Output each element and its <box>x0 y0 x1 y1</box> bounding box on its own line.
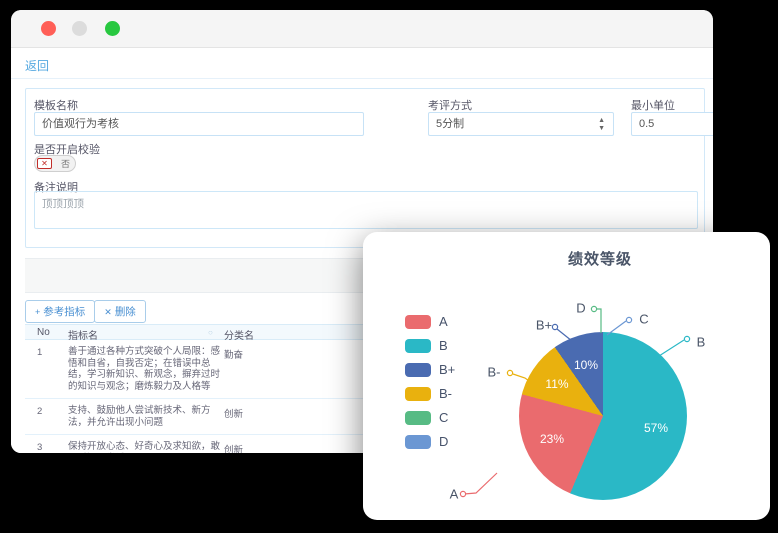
remark-textarea[interactable]: 顶顶顶顶 <box>34 191 698 229</box>
window-titlebar <box>11 10 713 48</box>
performance-chart-card: 绩效等级 A B B+ B- C D 57% 23% <box>363 232 770 520</box>
pie-label-c: C <box>639 312 648 327</box>
add-indicator-button[interactable]: +参考指标 <box>25 300 95 323</box>
pie-label-b-plus: B+ <box>536 318 552 333</box>
close-window-button[interactable] <box>41 21 56 36</box>
cell-no: 3 <box>37 442 42 453</box>
cell-category: 勤奋 <box>224 347 243 361</box>
min-unit-label: 最小单位 <box>631 97 675 113</box>
template-name-label: 模板名称 <box>34 97 78 113</box>
legend-label: B <box>439 339 448 353</box>
method-selected-value: 5分制 <box>436 118 464 130</box>
method-label: 考评方式 <box>428 97 472 113</box>
legend-label: A <box>439 315 448 329</box>
select-arrows-icon: ▲▼ <box>598 117 605 133</box>
min-unit-input[interactable]: 0.5 <box>631 112 713 136</box>
template-name-input[interactable]: 价值观行为考核 <box>34 112 364 136</box>
minimize-window-button[interactable] <box>72 21 87 36</box>
legend-item-d[interactable]: D <box>405 435 525 449</box>
delete-label: 删除 <box>115 306 136 318</box>
legend-label: C <box>439 411 448 425</box>
legend-swatch <box>405 411 431 425</box>
pie-label-b: B <box>697 335 706 350</box>
pie-label-b-minus: B- <box>488 365 501 380</box>
slice-percent-b-plus: 10% <box>574 358 598 372</box>
legend-label: B- <box>439 387 452 401</box>
slice-percent-a: 23% <box>540 432 564 446</box>
legend-swatch <box>405 435 431 449</box>
legend-swatch <box>405 387 431 401</box>
template-form-panel: 模板名称 价值观行为考核 考评方式 5分制 ▲▼ 最小单位 0.5 是否开启校验… <box>25 88 705 248</box>
legend-swatch <box>405 339 431 353</box>
legend-swatch <box>405 315 431 329</box>
method-select[interactable]: 5分制 ▲▼ <box>428 112 614 136</box>
chart-title: 绩效等级 <box>500 248 700 269</box>
cell-indicator-name: 支持、鼓励他人尝试新技术、新方法，并允许出现小问题 <box>68 399 220 434</box>
legend-item-b[interactable]: B <box>405 339 525 353</box>
delete-button[interactable]: ✕删除 <box>94 300 146 323</box>
cell-indicator-name: 善于通过各种方式突破个人局限：感悟和自省，自我否定；在错误中总结，学习新知识、新… <box>68 340 220 398</box>
legend-swatch <box>405 363 431 377</box>
x-icon: ✕ <box>104 307 112 317</box>
divider <box>11 78 713 79</box>
legend-item-b-minus[interactable]: B- <box>405 387 525 401</box>
page-background: 返回 模板名称 价值观行为考核 考评方式 5分制 ▲▼ 最小单位 0.5 是否开… <box>0 0 778 533</box>
cell-indicator-name: 保持开放心态、好奇心及求知欲，敢于质疑及尝试 <box>68 435 220 453</box>
cell-category: 创新 <box>224 442 243 453</box>
legend-item-c[interactable]: C <box>405 411 525 425</box>
slice-percent-b-minus: 11% <box>545 377 568 391</box>
pie-label-a: A <box>450 487 459 502</box>
slice-percent-b: 57% <box>644 421 668 435</box>
legend-label: B+ <box>439 363 455 377</box>
add-indicator-label: 参考指标 <box>43 306 85 318</box>
legend-item-b-plus[interactable]: B+ <box>405 363 525 377</box>
toggle-x-icon: ✕ <box>37 158 52 169</box>
toggle-state-label: 否 <box>61 158 70 170</box>
pie-label-d: D <box>576 301 585 316</box>
back-link[interactable]: 返回 <box>25 57 49 74</box>
cell-no: 1 <box>37 347 42 358</box>
validation-toggle[interactable]: ✕ 否 <box>34 155 76 172</box>
legend-label: D <box>439 435 448 449</box>
cell-category: 创新 <box>224 406 243 420</box>
col-header-no: No <box>37 327 50 338</box>
cell-no: 2 <box>37 406 42 417</box>
plus-icon: + <box>35 307 40 317</box>
maximize-window-button[interactable] <box>105 21 120 36</box>
pie-chart[interactable] <box>519 332 687 500</box>
table-toolbar: +参考指标✕删除 <box>25 300 145 320</box>
sort-icon[interactable]: ○ <box>208 328 213 337</box>
legend-item-a[interactable]: A <box>405 315 525 329</box>
